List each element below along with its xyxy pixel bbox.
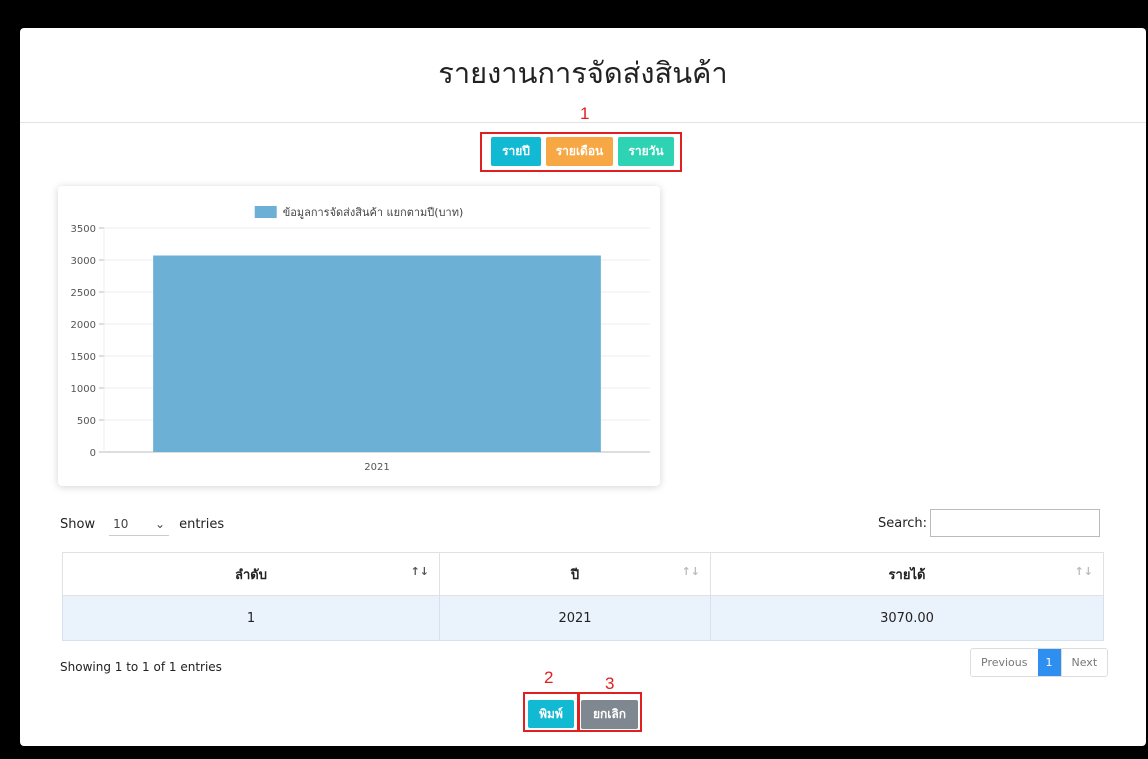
y-tick-label: 500 (77, 416, 96, 427)
show-entries-control: Show 10 ⌄ entries (60, 512, 224, 536)
page-size-select[interactable]: 10 ⌄ (109, 512, 170, 536)
column-header-income[interactable]: รายได้ ↑↓ (710, 552, 1104, 596)
y-tick-label: 0 (90, 448, 96, 459)
page-title: รายงานการจัดส่งสินค้า (438, 56, 728, 90)
x-tick-label: 2021 (364, 462, 389, 473)
yearly-button[interactable]: รายปี (491, 137, 541, 166)
column-header-label: ปี (570, 567, 580, 583)
search-input[interactable] (930, 509, 1100, 537)
y-tick-label: 3000 (71, 256, 96, 267)
column-header-label: ลำดับ (235, 567, 267, 583)
sort-icon: ↑↓ (410, 565, 429, 578)
showing-info: Showing 1 to 1 of 1 entries (60, 660, 222, 674)
chevron-down-icon: ⌄ (155, 516, 166, 531)
previous-button[interactable]: Previous (971, 649, 1038, 676)
cell-income: 3070.00 (710, 595, 1104, 641)
column-header-order[interactable]: ลำดับ ↑↓ (62, 552, 440, 596)
legend-label: ข้อมูลการจัดส่งสินค้า แยกตามปี(บาท) (283, 206, 464, 219)
y-tick-label: 1500 (71, 352, 96, 363)
chart-card: ข้อมูลการจัดส่งสินค้า แยกตามปี(บาท) 0 500 1… (58, 186, 660, 486)
report-card: รายงานการจัดส่งสินค้า 1 รายปี รายเดือน ร… (20, 28, 1146, 746)
annotation-number-1: 1 (580, 104, 590, 123)
sort-icon: ↑↓ (1074, 565, 1093, 578)
annotation-number-2: 2 (544, 668, 554, 687)
bar (153, 255, 601, 452)
cell-order: 1 (62, 595, 440, 641)
sort-icon: ↑↓ (681, 565, 700, 578)
y-tick-label: 3500 (71, 224, 96, 235)
cell-year: 2021 (439, 595, 711, 641)
annotation-number-3: 3 (605, 674, 615, 693)
y-tick-label: 2500 (71, 288, 96, 299)
pagination: Previous 1 Next (970, 648, 1109, 677)
daily-button[interactable]: รายวัน (618, 137, 674, 166)
page-size-value: 10 (113, 516, 129, 531)
income-table: ลำดับ ↑↓ ปี ↑↓ รายได้ ↑↓ 1 2021 3070.00 (62, 552, 1104, 641)
table-header-row: ลำดับ ↑↓ ปี ↑↓ รายได้ ↑↓ (62, 552, 1104, 596)
show-label: Show (60, 516, 96, 532)
table-row: 1 2021 3070.00 (62, 595, 1104, 641)
page-1-button[interactable]: 1 (1037, 649, 1061, 676)
bar-chart: ข้อมูลการจัดส่งสินค้า แยกตามปี(บาท) 0 500 1… (71, 206, 650, 473)
print-button[interactable]: พิมพ์ (528, 700, 574, 728)
next-button[interactable]: Next (1060, 649, 1108, 676)
legend-swatch (254, 206, 277, 218)
cancel-button[interactable]: ยกเลิก (581, 700, 638, 729)
y-tick-label: 1000 (71, 384, 96, 395)
y-tick-label: 2000 (71, 320, 96, 331)
entries-label: entries (179, 516, 225, 532)
search-label: Search: (878, 516, 928, 531)
monthly-button[interactable]: รายเดือน (546, 137, 613, 166)
column-header-label: รายได้ (888, 567, 926, 583)
column-header-year[interactable]: ปี ↑↓ (439, 552, 711, 596)
